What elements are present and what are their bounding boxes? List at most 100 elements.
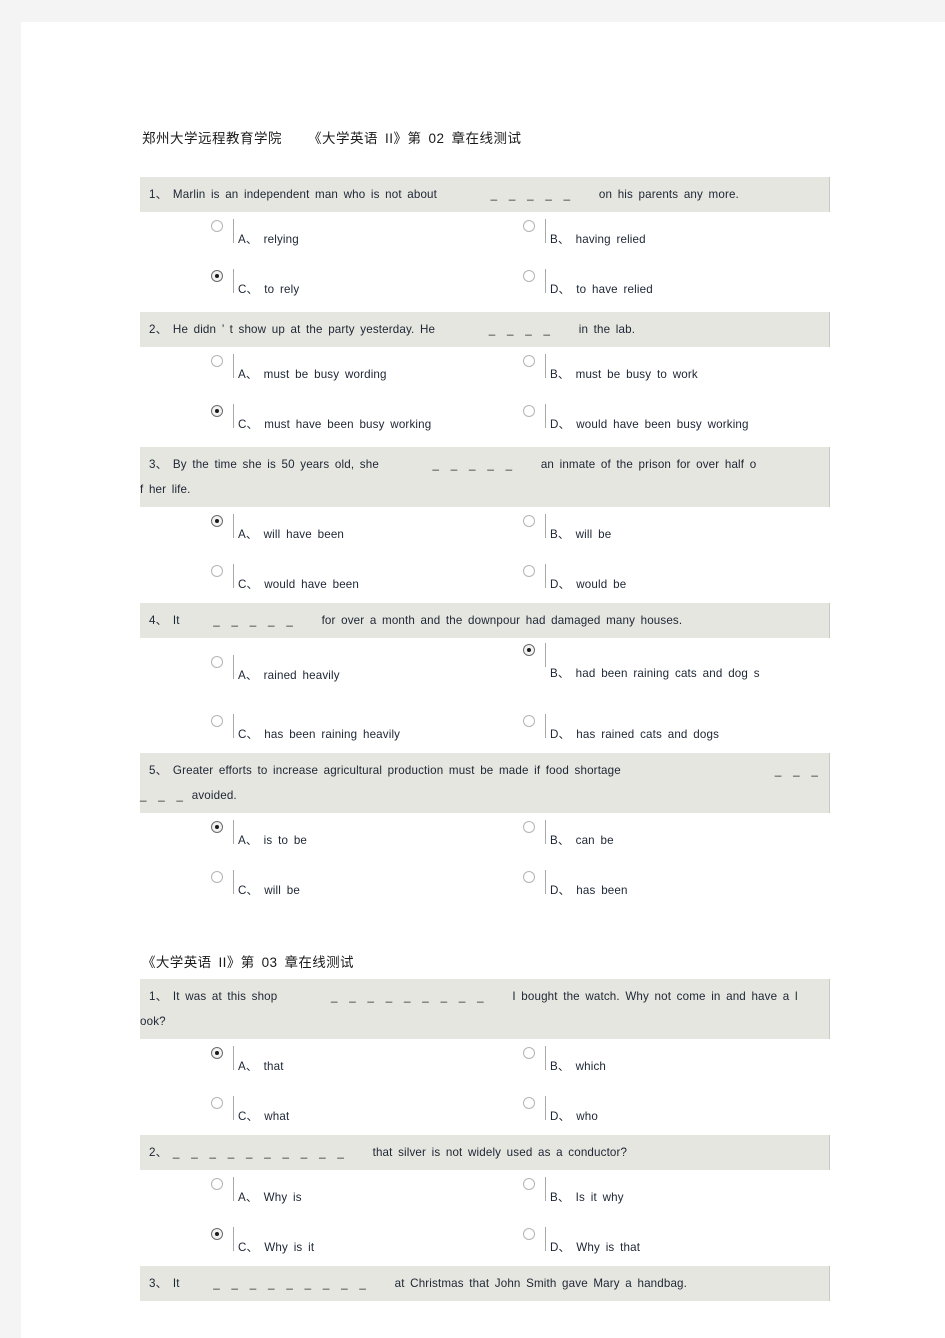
radio-button-b[interactable] (521, 1177, 546, 1201)
radio-button-b[interactable] (521, 514, 546, 538)
option-text: has been (576, 884, 628, 897)
question-number: 2、 (149, 1146, 168, 1159)
option-b[interactable]: B、 had been raining cats and dog s (485, 638, 830, 707)
option-a[interactable]: A、 rained heavily (140, 638, 485, 707)
radio-button-b[interactable] (521, 1046, 546, 1070)
question-number: 3、 (149, 458, 168, 471)
radio-button-c[interactable] (209, 404, 234, 428)
radio-button-d[interactable] (521, 564, 546, 588)
radio-button-d[interactable] (521, 714, 546, 738)
option-c[interactable]: C、 to rely (140, 262, 485, 312)
radio-button-b[interactable] (521, 219, 546, 243)
option-b[interactable]: B、 can be (485, 813, 830, 863)
answer-blank: _ _ _ _ _ (490, 188, 574, 201)
option-label: D、 (550, 1110, 571, 1123)
option-c[interactable]: C、 must have been busy working (140, 397, 485, 447)
option-d[interactable]: D、 who (485, 1089, 830, 1135)
option-text: to rely (264, 283, 300, 296)
radio-icon (523, 220, 535, 232)
option-text: can be (575, 834, 614, 847)
question-banner: 2、 He didn ’ t show up at the party yest… (140, 312, 830, 347)
options-group: A、 is to be B、 can be C、 will be D、 has been (140, 813, 830, 913)
option-c[interactable]: C、 what (140, 1089, 485, 1135)
option-b[interactable]: B、 Is it why (485, 1170, 830, 1220)
radio-button-a[interactable] (209, 1177, 234, 1201)
radio-button-c[interactable] (209, 870, 234, 894)
radio-button-d[interactable] (521, 404, 546, 428)
answer-blank-wrap: _ _ _ (140, 789, 187, 802)
radio-icon (523, 405, 535, 417)
radio-button-d[interactable] (521, 870, 546, 894)
option-text: rained heavily (263, 669, 340, 682)
radio-button-b[interactable] (521, 820, 546, 844)
question-text-wrap: avoided. (191, 789, 237, 802)
option-label: A、 (238, 233, 258, 246)
option-d[interactable]: D、 would have been busy working (485, 397, 830, 447)
options-group: A、 that B、 which C、 what D、 who (140, 1039, 830, 1135)
option-text: to have relied (576, 283, 653, 296)
radio-button-d[interactable] (521, 1096, 546, 1120)
radio-icon-selected (211, 270, 223, 282)
option-a[interactable]: A、 relying (140, 212, 485, 262)
option-c[interactable]: C、 would have been (140, 557, 485, 603)
section-heading: 《大学英语 II》第 03 章在线测试 (142, 951, 830, 971)
radio-button-a[interactable] (209, 820, 234, 844)
answer-blank-tail: _ _ _ (774, 764, 821, 777)
question-text-after: I bought the watch. Why not come in and … (512, 990, 798, 1003)
option-text: must be busy wording (263, 368, 387, 381)
radio-icon (523, 1178, 535, 1190)
radio-button-c[interactable] (209, 1096, 234, 1120)
radio-button-a[interactable] (209, 655, 234, 679)
option-c[interactable]: C、 Why is it (140, 1220, 485, 1266)
radio-button-a[interactable] (209, 1046, 234, 1070)
question-text-after: an inmate of the prison for over half o (540, 458, 757, 471)
option-d[interactable]: D、 has been (485, 863, 830, 913)
course-tail: 》第 (393, 131, 422, 146)
radio-button-a[interactable] (209, 219, 234, 243)
radio-button-b[interactable] (521, 354, 546, 378)
option-d[interactable]: D、 to have relied (485, 262, 830, 312)
question-banner: 3、 By the time she is 50 years old, she … (140, 447, 830, 507)
section-chapter-02: 1、 Marlin is an independent man who is n… (140, 177, 830, 913)
option-c[interactable]: C、 has been raining heavily (140, 707, 485, 753)
question-text: It was at this shop (172, 990, 278, 1003)
option-label: D、 (550, 283, 571, 296)
radio-button-a[interactable] (209, 354, 234, 378)
radio-icon (523, 821, 535, 833)
radio-icon (211, 715, 223, 727)
option-a[interactable]: A、 will have been (140, 507, 485, 557)
option-c[interactable]: C、 will be (140, 863, 485, 913)
option-label: C、 (238, 283, 259, 296)
radio-button-c[interactable] (209, 1227, 234, 1251)
radio-button-b[interactable] (521, 643, 546, 667)
option-label: C、 (238, 728, 259, 741)
option-a[interactable]: A、 Why is (140, 1170, 485, 1220)
option-d[interactable]: D、 would be (485, 557, 830, 603)
option-a[interactable]: A、 that (140, 1039, 485, 1089)
radio-button-d[interactable] (521, 269, 546, 293)
radio-button-c[interactable] (209, 269, 234, 293)
radio-button-c[interactable] (209, 564, 234, 588)
options-group: A、 relying B、 having relied C、 to rely D、 to… (140, 212, 830, 312)
radio-button-d[interactable] (521, 1227, 546, 1251)
radio-icon (211, 355, 223, 367)
option-label: A、 (238, 1060, 258, 1073)
option-a[interactable]: A、 is to be (140, 813, 485, 863)
question-text: By the time she is 50 years old, she (172, 458, 379, 471)
option-a[interactable]: A、 must be busy wording (140, 347, 485, 397)
option-label: C、 (238, 418, 259, 431)
option-b[interactable]: B、 having relied (485, 212, 830, 262)
option-b[interactable]: B、 which (485, 1039, 830, 1089)
option-b[interactable]: B、 will be (485, 507, 830, 557)
question-text-after: at Christmas that John Smith gave Mary a… (394, 1277, 688, 1290)
radio-icon-selected (211, 821, 223, 833)
radio-button-a[interactable] (209, 514, 234, 538)
question-text: It (172, 614, 180, 627)
section-chapter-03: 《大学英语 II》第 03 章在线测试 1、 It was at this shop … (140, 951, 830, 1301)
option-d[interactable]: D、 Why is that (485, 1220, 830, 1266)
radio-button-c[interactable] (209, 714, 234, 738)
option-d[interactable]: D、 has rained cats and dogs (485, 707, 830, 753)
option-b[interactable]: B、 must be busy to work (485, 347, 830, 397)
radio-icon (523, 355, 535, 367)
question-text: Greater efforts to increase agricultural… (172, 764, 621, 777)
